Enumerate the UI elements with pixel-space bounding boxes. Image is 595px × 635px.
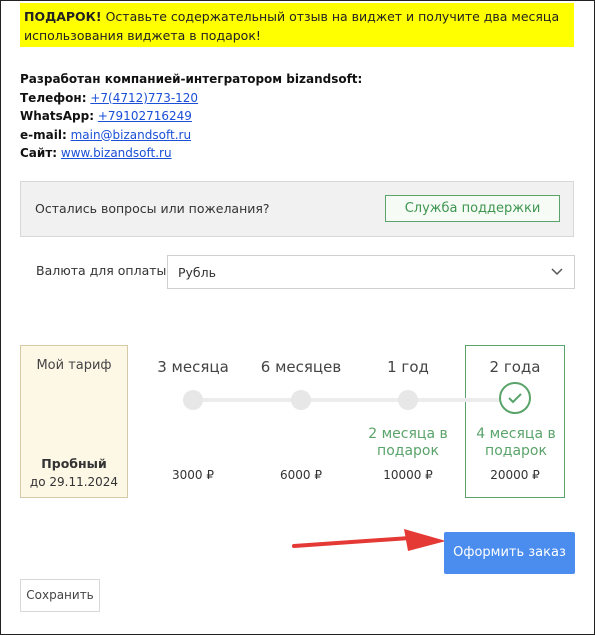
red-arrow-annotation — [292, 529, 446, 551]
gift-title: ПОДАРОК! — [24, 9, 102, 24]
gift-text: Оставьте содержательный отзыв на виджет … — [24, 9, 560, 43]
phone-link[interactable]: +7(4712)773-120 — [90, 91, 198, 105]
site-link[interactable]: www.bizandsoft.ru — [61, 146, 172, 160]
email-row: e-mail: main@bizandsoft.ru — [20, 126, 362, 145]
plan-dot-6m[interactable] — [291, 390, 311, 410]
support-button[interactable]: Служба поддержки — [385, 195, 560, 222]
whatsapp-row: WhatsApp: +79102716249 — [20, 107, 362, 126]
email-label: e-mail: — [20, 127, 67, 142]
plan-price-6m: 6000 ₽ — [280, 468, 322, 482]
plan-bonus-2y: 4 месяца в подарок — [476, 426, 556, 459]
plan-dot-3m[interactable] — [183, 390, 203, 410]
plan-bonus-1y: 2 месяца в подарок — [368, 426, 448, 459]
plan-period-2y[interactable]: 2 года — [465, 358, 565, 376]
chevron-down-icon — [551, 268, 563, 276]
my-plan-until: до 29.11.2024 — [29, 475, 119, 489]
plan-slider-track — [193, 398, 515, 402]
whatsapp-label: WhatsApp: — [20, 109, 95, 123]
email-link[interactable]: main@bizandsoft.ru — [71, 128, 191, 142]
phone-row: Телефон: +7(4712)773-120 — [20, 89, 362, 108]
site-row: Сайт: www.bizandsoft.ru — [20, 144, 362, 163]
plan-period-6m[interactable]: 6 месяцев — [251, 358, 351, 376]
plan-price-3m: 3000 ₽ — [172, 468, 214, 482]
currency-select[interactable]: Рубль — [167, 255, 575, 289]
plan-selected-check[interactable] — [499, 382, 531, 414]
gift-banner: ПОДАРОК! Оставьте содержательный отзыв н… — [20, 3, 574, 47]
currency-label: Валюта для оплаты — [36, 263, 167, 278]
plan-price-2y: 20000 ₽ — [490, 468, 540, 482]
whatsapp-link[interactable]: +79102716249 — [98, 109, 192, 123]
support-question: Остались вопросы или пожелания? — [35, 201, 270, 216]
my-plan-name: Пробный — [41, 456, 107, 471]
order-button[interactable]: Оформить заказ — [444, 532, 575, 574]
my-plan-title: Мой тариф — [36, 358, 112, 373]
phone-label: Телефон: — [20, 90, 87, 105]
plan-period-1y[interactable]: 1 год — [358, 358, 458, 376]
developer-label: Разработан компанией-интегратором bizand… — [20, 72, 363, 86]
plan-dot-1y[interactable] — [398, 390, 418, 410]
my-plan-card: Мой тариф Пробный до 29.11.2024 — [20, 345, 128, 498]
currency-value: Рубль — [178, 265, 217, 280]
contacts-block: Разработан компанией-интегратором bizand… — [20, 70, 362, 163]
save-button[interactable]: Сохранить — [20, 579, 100, 612]
support-box: Остались вопросы или пожелания? Служба п… — [20, 181, 574, 237]
plan-price-1y: 10000 ₽ — [383, 468, 433, 482]
check-icon — [508, 393, 522, 404]
plan-period-3m[interactable]: 3 месяца — [143, 358, 243, 376]
site-label: Сайт: — [20, 146, 58, 160]
